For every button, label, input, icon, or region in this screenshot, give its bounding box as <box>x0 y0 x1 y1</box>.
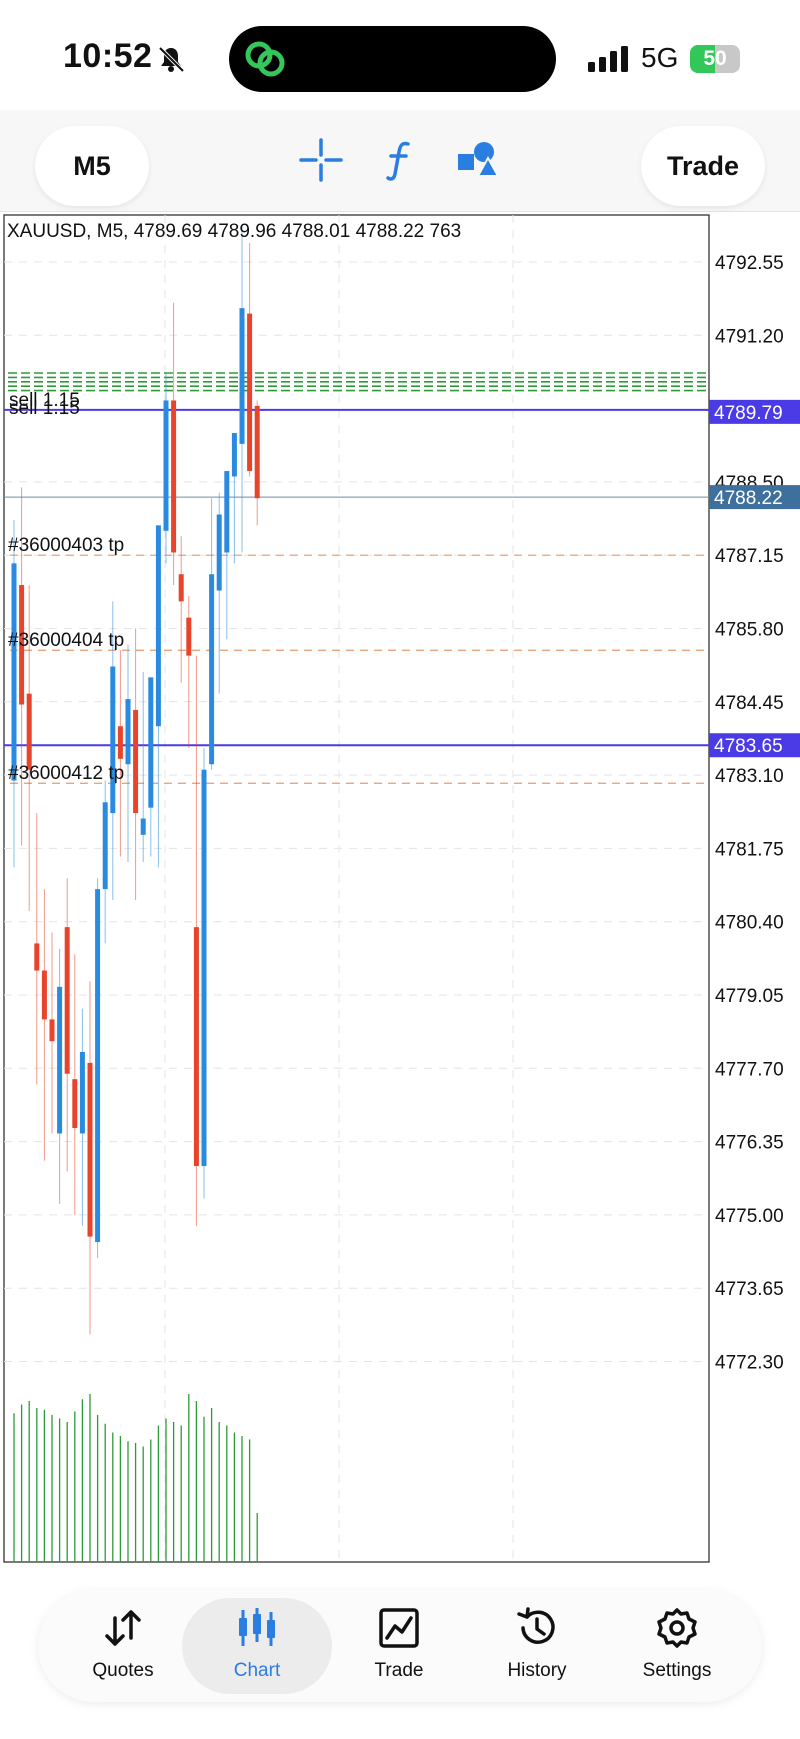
bottom-navigation: Quotes Chart Trade History Settings <box>38 1590 762 1702</box>
candle-bull <box>224 471 230 553</box>
candle-bear <box>247 313 253 472</box>
price-chart[interactable]: 4792.55 4791.20 4788.50 4787.15 4785.80 4784.… <box>0 212 800 1564</box>
nav-label-quotes: Quotes <box>92 1660 154 1681</box>
candle-bear <box>171 400 177 553</box>
candle-bear <box>193 927 199 1167</box>
price-axis-label: 4787.15 <box>715 546 784 567</box>
candle-bear <box>41 970 47 1020</box>
candle-bull <box>95 889 101 1243</box>
indicators-icon[interactable] <box>376 136 424 184</box>
candle-bull <box>79 1052 85 1134</box>
price-badge-current: 4788.22 <box>714 488 783 509</box>
candle-bull <box>209 574 215 765</box>
candle-bear <box>26 693 32 770</box>
candle-bear <box>49 1019 55 1042</box>
timeframe-button[interactable]: M5 <box>35 126 149 206</box>
objects-icon[interactable] <box>454 136 502 184</box>
quotes-icon <box>105 1610 141 1646</box>
candle-bear <box>178 574 184 602</box>
price-axis-label: 4773.65 <box>715 1279 784 1300</box>
nav-label-chart: Chart <box>233 1660 281 1681</box>
tp-order-label: #36000412 tp <box>8 763 124 784</box>
crosshair-icon[interactable] <box>297 136 345 184</box>
price-badge-lower: 4783.65 <box>714 736 783 757</box>
price-axis-label: 4781.75 <box>715 839 784 860</box>
candle-bull <box>11 563 17 781</box>
nav-trade[interactable]: Trade <box>324 1598 474 1694</box>
bell-muted-icon <box>158 46 185 73</box>
battery-icon: 50 <box>690 45 746 73</box>
price-axis-label: 4792.55 <box>715 253 784 274</box>
symbol-info: XAUUSD, M5, 4789.69 4789.96 4788.01 4788… <box>7 221 462 242</box>
candle-bull <box>148 677 154 808</box>
price-axis-label: 4780.40 <box>715 913 784 934</box>
history-icon <box>517 1607 555 1644</box>
price-axis-label: 4779.05 <box>715 986 784 1007</box>
chart-toolbar: M5 Trade <box>0 110 800 212</box>
chart-canvas[interactable]: 4792.554791.204788.504787.154785.804784.… <box>0 212 800 1564</box>
price-axis-label: 4775.00 <box>715 1206 784 1227</box>
candle-bull <box>163 400 169 531</box>
candle-bull <box>140 818 146 835</box>
nav-label-settings: Settings <box>642 1660 712 1681</box>
candle-bull <box>102 802 108 890</box>
candle-bear <box>133 709 139 814</box>
price-axis-label: 4783.10 <box>715 766 784 787</box>
settings-icon <box>657 1608 697 1648</box>
nav-label-trade: Trade <box>374 1660 424 1681</box>
link-icon <box>245 41 285 77</box>
trade-icon <box>379 1608 419 1648</box>
price-axis-label: 4785.80 <box>715 620 784 641</box>
nav-chart[interactable]: Chart <box>182 1598 332 1694</box>
candle-bear <box>117 726 123 759</box>
plot-frame <box>3 214 710 1563</box>
candle-bull <box>125 699 131 765</box>
candle-bear <box>87 1062 93 1237</box>
nav-label-history: History <box>507 1660 567 1681</box>
candle-bear <box>254 405 260 499</box>
candle-bull <box>57 986 63 1134</box>
battery-percent: 50 <box>703 47 727 70</box>
dynamic-island <box>229 26 556 92</box>
candle-bull <box>201 769 207 1167</box>
tp-order-label: #36000404 tp <box>8 630 124 651</box>
price-axis-label: 4791.20 <box>715 326 784 347</box>
price-badge-upper: 4789.79 <box>714 403 783 424</box>
price-axis-label: 4772.30 <box>715 1353 784 1374</box>
candle-bull <box>216 514 222 591</box>
trade-button[interactable]: Trade <box>641 126 765 206</box>
candle-bear <box>34 943 40 971</box>
candle-bear <box>72 1079 78 1129</box>
candle-bull <box>155 525 161 727</box>
signal-icon <box>588 46 628 72</box>
status-time: 10:52 <box>63 37 153 75</box>
nav-quotes[interactable]: Quotes <box>48 1598 198 1694</box>
tp-order-label: #36000403 tp <box>8 535 124 556</box>
candle-bear <box>64 927 70 1074</box>
sell-order-label: sell 1.15 <box>9 398 80 419</box>
status-bar: 10:52 5G 50 <box>0 0 800 110</box>
nav-history[interactable]: History <box>462 1598 612 1694</box>
price-axis-label: 4784.45 <box>715 693 784 714</box>
price-axis-label: 4776.35 <box>715 1133 784 1154</box>
price-axis-label: 4777.70 <box>715 1059 784 1080</box>
candle-bull <box>110 666 116 814</box>
candle-bull <box>239 308 245 444</box>
chart-icon <box>239 1608 275 1646</box>
candle-bear <box>186 617 192 656</box>
network-type: 5G <box>641 42 679 73</box>
nav-settings[interactable]: Settings <box>602 1598 752 1694</box>
candle-bull <box>231 433 237 477</box>
